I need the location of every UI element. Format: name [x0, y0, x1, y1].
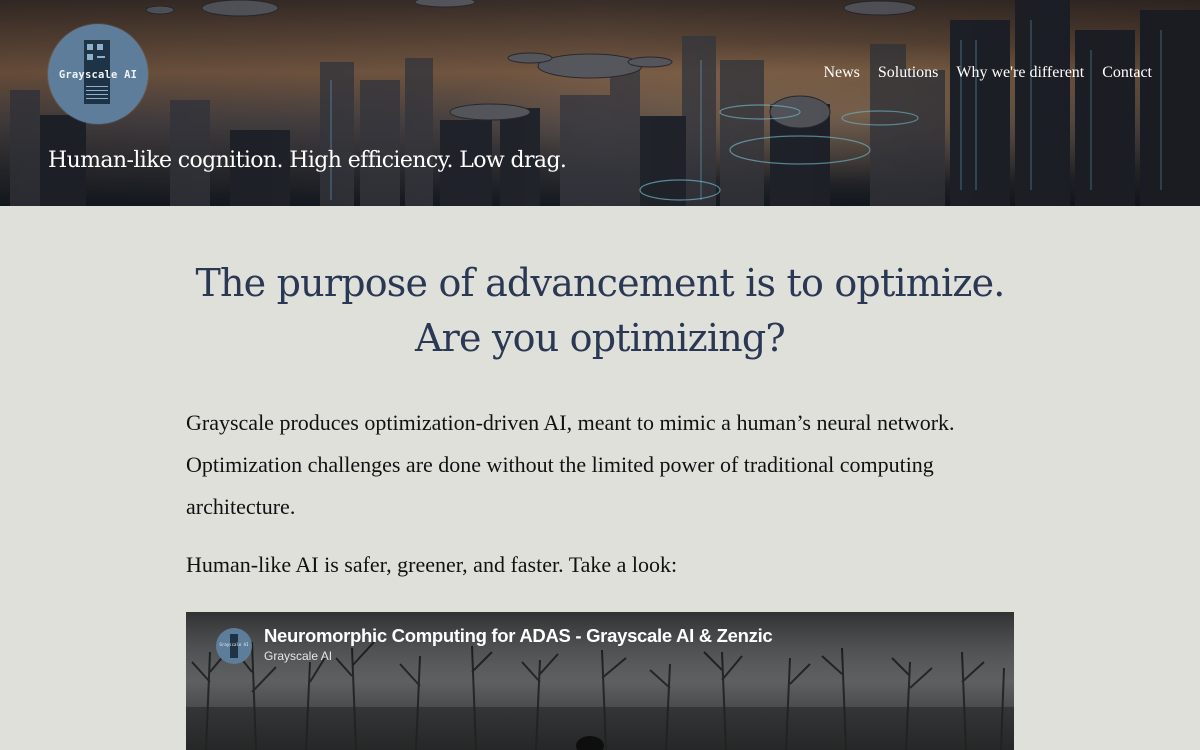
- headline-line-1: The purpose of advancement is to optimiz…: [195, 261, 1005, 305]
- nav-contact-link[interactable]: Contact: [1102, 64, 1152, 82]
- nav-solutions-link[interactable]: Solutions: [878, 64, 938, 82]
- headline-line-2: Are you optimizing?: [414, 316, 786, 360]
- site-tagline: Human-like cognition. High efficiency. L…: [48, 148, 567, 173]
- nav-news-link[interactable]: News: [823, 64, 859, 82]
- hero-header: Grayscale AI News Solutions Why we're di…: [0, 0, 1200, 206]
- intro-paragraph: Grayscale produces optimization-driven A…: [186, 410, 955, 519]
- youtube-video-embed[interactable]: Grayscale AI Neuromorphic Computing for …: [186, 612, 1014, 750]
- main-nav: News Solutions Why we're different Conta…: [805, 64, 1152, 82]
- avatar-text: Grayscale AI: [219, 642, 249, 647]
- grayscale-ai-logo[interactable]: Grayscale AI: [48, 24, 148, 124]
- channel-avatar[interactable]: Grayscale AI: [216, 628, 252, 664]
- main-content: The purpose of advancement is to optimiz…: [186, 206, 1014, 586]
- video-title-shade: [186, 612, 1014, 682]
- hero-overlay: [0, 0, 1200, 206]
- page-headline: The purpose of advancement is to optimiz…: [186, 256, 1014, 366]
- nav-why-different-link[interactable]: Why we're different: [956, 64, 1084, 82]
- call-to-look-paragraph: Human-like AI is safer, greener, and fas…: [186, 552, 678, 577]
- video-title-link[interactable]: Neuromorphic Computing for ADAS - Graysc…: [264, 625, 773, 647]
- video-channel-name[interactable]: Grayscale AI: [264, 649, 332, 663]
- logo-text: Grayscale AI: [58, 69, 138, 81]
